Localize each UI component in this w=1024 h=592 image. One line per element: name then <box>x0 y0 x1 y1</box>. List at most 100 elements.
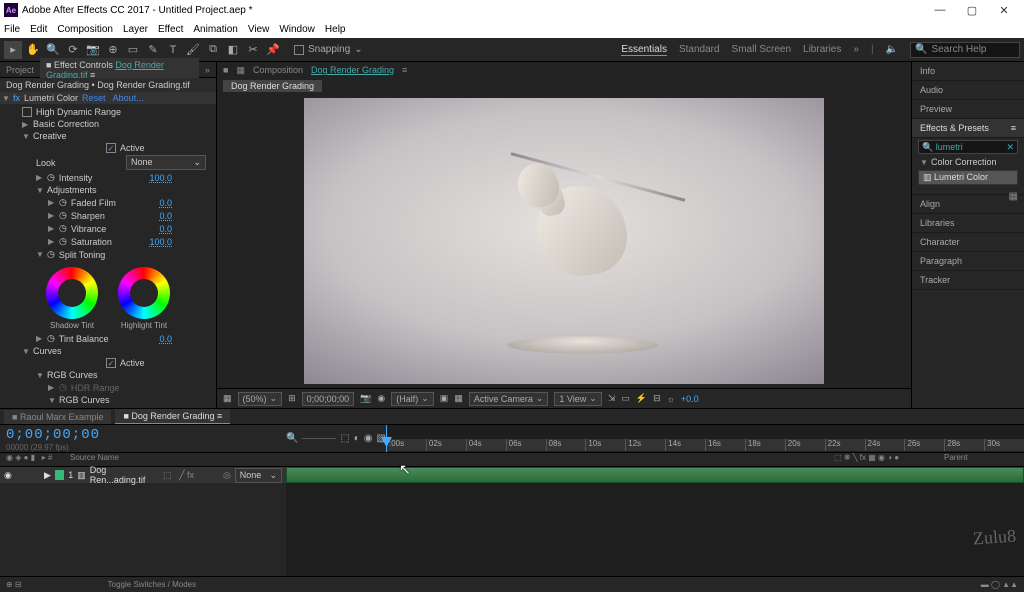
reset-exposure-icon[interactable]: ☼ <box>667 394 675 404</box>
menu-animation[interactable]: Animation <box>193 24 237 35</box>
eye-icon[interactable]: ◉ <box>4 470 12 481</box>
menu-edit[interactable]: Edit <box>30 24 47 35</box>
hdr-checkbox[interactable] <box>22 107 32 117</box>
clock-icon[interactable]: ◷ <box>47 333 55 344</box>
clock-icon[interactable]: ◷ <box>47 249 55 260</box>
panel-libraries[interactable]: Libraries <box>912 214 1024 233</box>
highlight-tint-wheel[interactable] <box>118 267 170 319</box>
pixel-aspect-icon[interactable]: ▭ <box>621 393 630 404</box>
snapshot-icon[interactable]: 📷 <box>360 393 371 404</box>
twirl-icon[interactable]: ▼ <box>920 158 927 167</box>
alpha-icon[interactable]: ▦ <box>223 393 232 404</box>
comp-tab[interactable]: Dog Render Grading <box>223 80 322 92</box>
menu-layer[interactable]: Layer <box>123 24 148 35</box>
vibrance-value[interactable]: 0.0 <box>159 224 172 234</box>
toggle-switches-button[interactable]: Toggle Switches / Modes <box>108 580 197 589</box>
workspace-small-screen[interactable]: Small Screen <box>732 44 791 55</box>
shy-icon[interactable]: ⬚ <box>340 433 349 444</box>
minimize-button[interactable]: — <box>924 4 956 16</box>
reset-link[interactable]: Reset <box>82 93 106 103</box>
clone-tool[interactable]: ⧉ <box>204 41 222 59</box>
share-icon[interactable]: ⇲ <box>608 393 616 404</box>
workspace-standard[interactable]: Standard <box>679 44 720 55</box>
panel-paragraph[interactable]: Paragraph <box>912 252 1024 271</box>
frame-blend-icon[interactable]: ◐ <box>354 433 360 444</box>
twirl-icon[interactable]: ▼ <box>36 371 43 380</box>
layer-color-swatch[interactable] <box>55 470 64 480</box>
tab-overflow-icon[interactable]: » <box>199 63 216 77</box>
layer-track-area[interactable] <box>286 467 1024 576</box>
roto-tool[interactable]: ✂ <box>244 41 262 59</box>
selection-tool[interactable]: ▸ <box>4 41 22 59</box>
zoom-dropdown[interactable]: (50%)⌄ <box>238 392 283 406</box>
camera-dropdown[interactable]: Active Camera⌄ <box>469 392 549 406</box>
sharpen-value[interactable]: 0.0 <box>159 211 172 221</box>
timeline-tab-1[interactable]: ■ Raoul Marx Example <box>4 410 111 424</box>
close-button[interactable]: ✕ <box>988 4 1020 17</box>
roi-icon[interactable]: ▣ <box>440 393 449 404</box>
exposure-value[interactable]: +0.0 <box>681 394 699 404</box>
resolution-icon[interactable]: ⊞ <box>288 393 296 404</box>
layer-duration-bar[interactable] <box>286 467 1024 483</box>
snapping-checkbox[interactable] <box>294 45 304 55</box>
look-dropdown[interactable]: None⌄ <box>126 155 206 170</box>
timeline-icon[interactable]: ⊟ <box>653 393 661 404</box>
clock-icon[interactable]: ◷ <box>59 236 67 247</box>
menu-help[interactable]: Help <box>325 24 346 35</box>
tab-project[interactable]: Project <box>0 63 40 77</box>
panel-info[interactable]: Info <box>912 62 1024 81</box>
twirl-icon[interactable]: ▼ <box>2 94 9 103</box>
fast-preview-icon[interactable]: ⚡ <box>636 393 647 404</box>
panel-effects-presets[interactable]: Effects & Presets≡ <box>912 119 1024 138</box>
zoom-tool[interactable]: 🔍 <box>44 41 62 59</box>
twirl-icon[interactable]: ▼ <box>22 132 29 141</box>
composition-canvas[interactable] <box>304 98 824 384</box>
twirl-icon[interactable]: ▶ <box>22 120 29 129</box>
section-basic[interactable]: Basic Correction <box>33 119 99 129</box>
panel-audio[interactable]: Audio <box>912 81 1024 100</box>
menu-window[interactable]: Window <box>279 24 315 35</box>
clock-icon[interactable]: ◷ <box>59 223 67 234</box>
layer-row-1[interactable]: ◉ ▶ 1 ▥ Dog Ren...ading.tif ⬚ ╱ fx ◎ Non… <box>0 467 286 483</box>
presets-search-input[interactable]: 🔍 lumetri✕ <box>918 140 1018 154</box>
brush-tool[interactable]: 🖌 <box>184 41 202 59</box>
panel-character[interactable]: Character <box>912 233 1024 252</box>
curves-active-checkbox[interactable]: ✓ <box>106 358 116 368</box>
clock-icon[interactable]: ◷ <box>59 210 67 221</box>
timeline-tab-2[interactable]: ■ Dog Render Grading ≡ <box>115 409 230 424</box>
resolution-dropdown[interactable]: (Half)⌄ <box>391 392 434 406</box>
menu-composition[interactable]: Composition <box>57 24 113 35</box>
twirl-icon[interactable]: ▼ <box>22 347 29 356</box>
section-creative[interactable]: Creative <box>33 131 67 141</box>
playhead[interactable] <box>386 425 387 452</box>
search-help-input[interactable]: 🔍 Search Help <box>910 42 1020 58</box>
pen-tool[interactable]: ✎ <box>144 41 162 59</box>
camera-tool[interactable]: 📷 <box>84 41 102 59</box>
maximize-button[interactable]: ▢ <box>956 4 988 17</box>
time-ruler[interactable]: :00s02s04s06s08s10s12s14s16s18s20s22s24s… <box>386 425 1024 452</box>
saturation-value[interactable]: 100.0 <box>149 237 172 247</box>
search-icon[interactable]: 🔍 <box>286 433 298 444</box>
views-dropdown[interactable]: 1 View⌄ <box>554 392 601 406</box>
active-checkbox[interactable]: ✓ <box>106 143 116 153</box>
workspace-libraries[interactable]: Libraries <box>803 44 841 55</box>
clear-icon[interactable]: ✕ <box>1006 142 1014 153</box>
clock-icon[interactable]: ◷ <box>59 197 67 208</box>
audio-icon[interactable]: 🔈 <box>886 44 898 55</box>
twirl-icon[interactable]: ▶ <box>44 470 51 481</box>
rect-tool[interactable]: ▭ <box>124 41 142 59</box>
menu-effect[interactable]: Effect <box>158 24 183 35</box>
clock-icon[interactable]: ◷ <box>47 172 55 183</box>
timecode-display[interactable]: 0;00;00;00 <box>6 427 280 443</box>
channel-icon[interactable]: ◉ <box>377 393 385 404</box>
comp-link[interactable]: Dog Render Grading <box>311 65 394 75</box>
workspace-essentials[interactable]: Essentials <box>621 44 667 56</box>
puppet-tool[interactable]: 📌 <box>264 41 282 59</box>
preset-lumetri-color[interactable]: ▥ Lumetri Color <box>918 170 1018 185</box>
twirl-icon[interactable]: ▼ <box>36 250 43 259</box>
eraser-tool[interactable]: ◧ <box>224 41 242 59</box>
text-tool[interactable]: T <box>164 41 182 59</box>
section-curves[interactable]: Curves <box>33 346 62 356</box>
intensity-value[interactable]: 100.0 <box>149 173 172 183</box>
snapping-toggle[interactable]: Snapping ⌄ <box>294 44 363 55</box>
